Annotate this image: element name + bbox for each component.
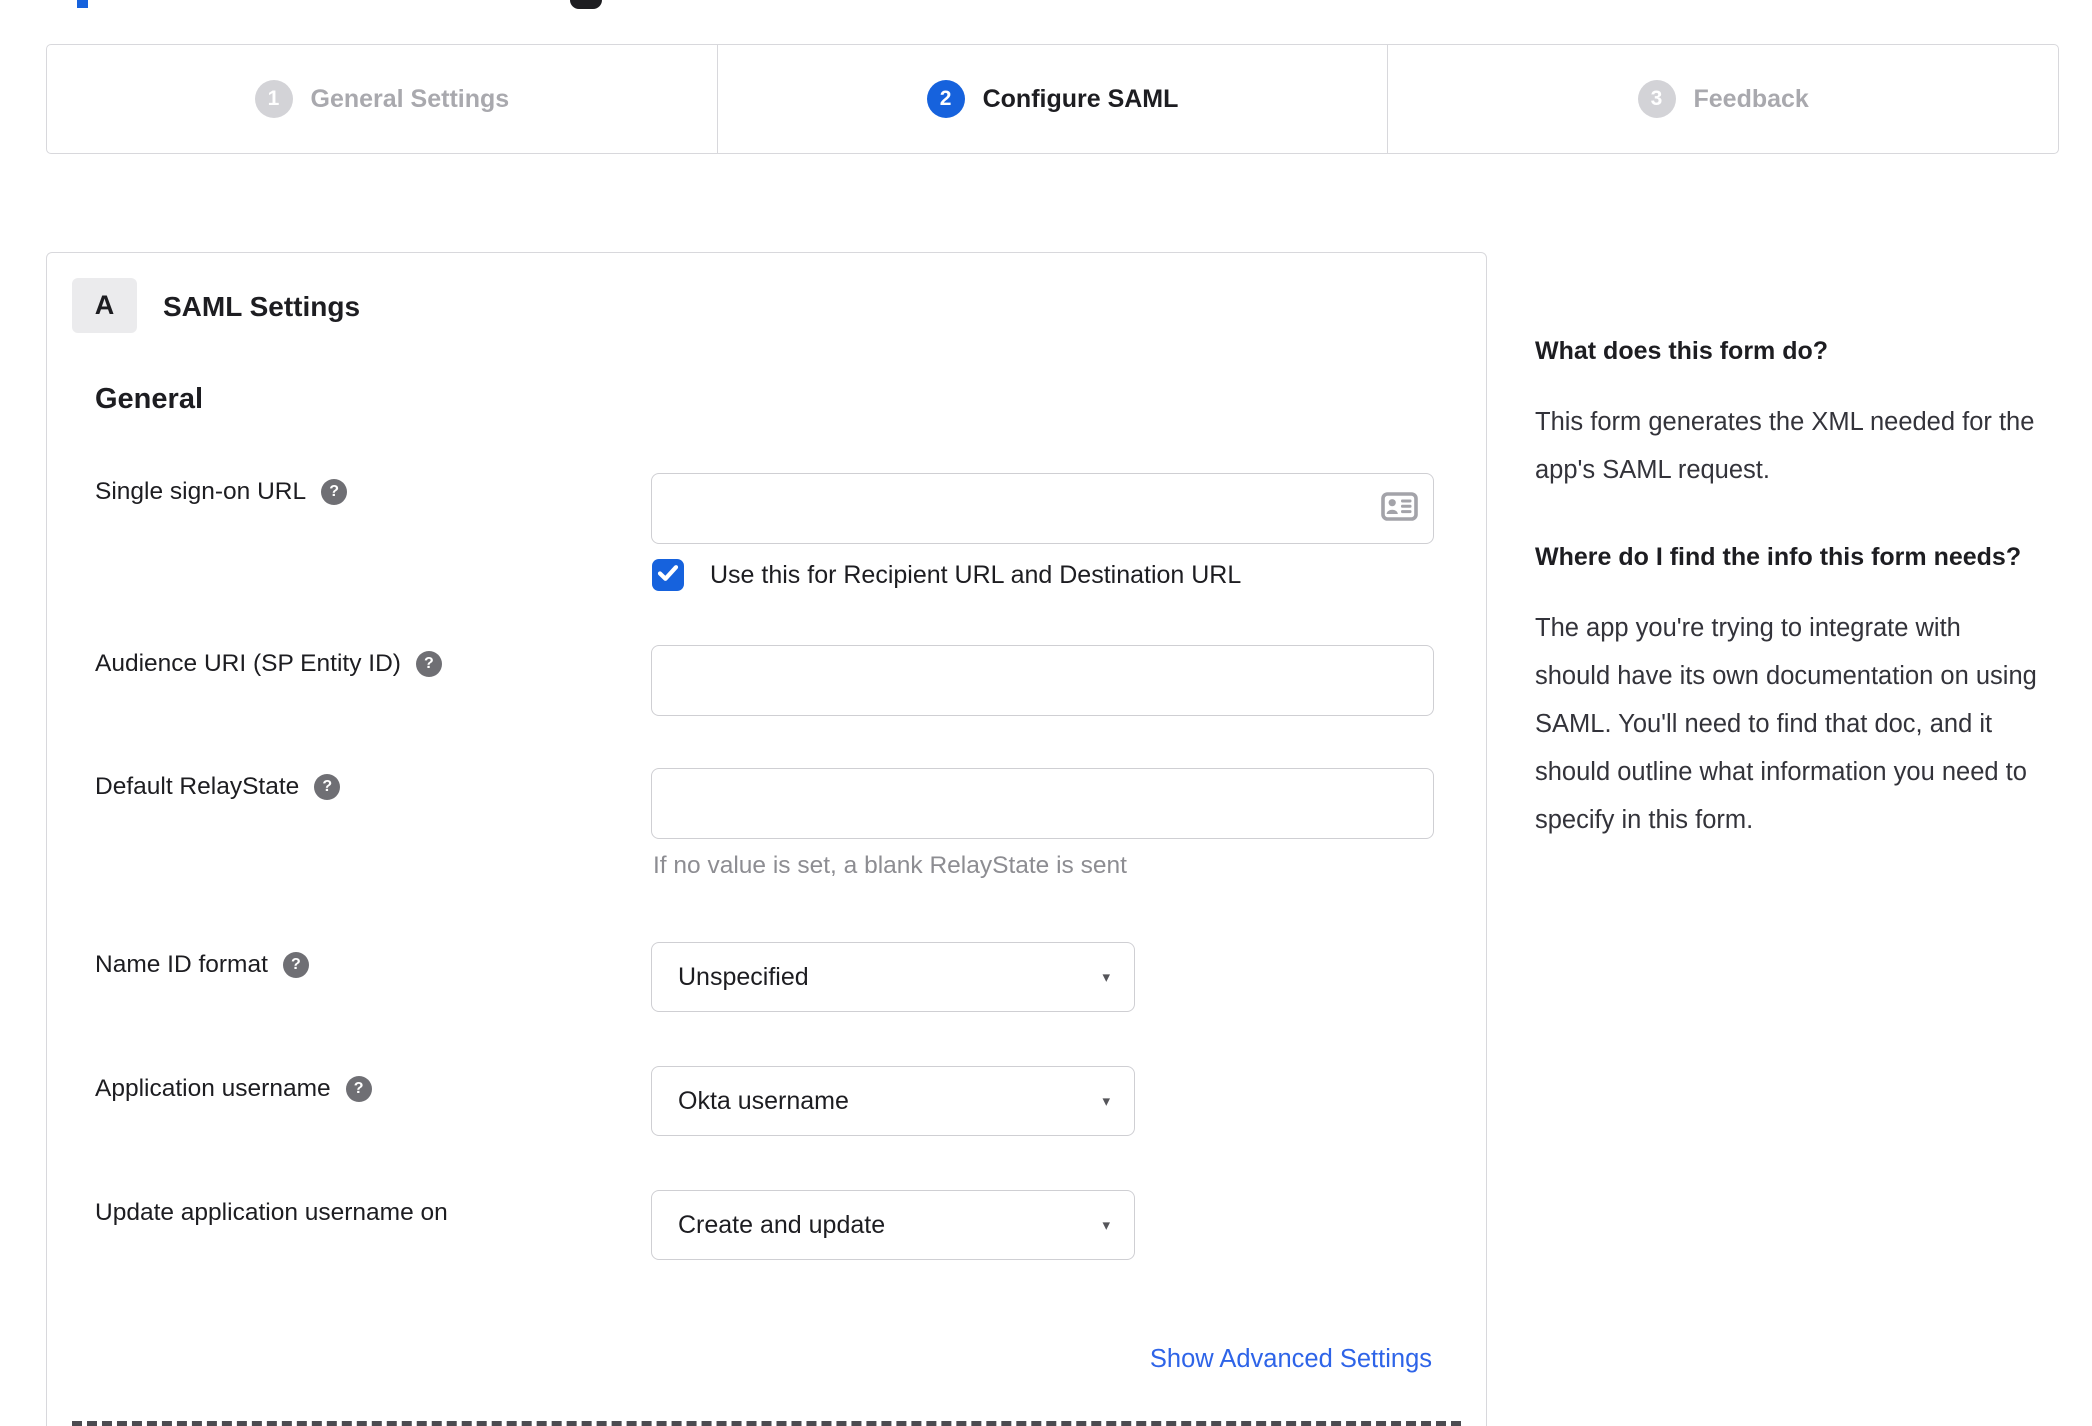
step-general-settings[interactable]: 1 General Settings — [47, 45, 718, 153]
help-sidebar: What does this form do? This form genera… — [1535, 332, 2043, 888]
help-icon[interactable]: ? — [282, 952, 309, 978]
help-icon[interactable]: ? — [314, 774, 341, 800]
header-button-fragment — [570, 0, 602, 9]
label-text: Update application username on — [95, 1199, 448, 1226]
selected-value: Unspecified — [678, 962, 809, 991]
update-username-select[interactable]: Create and update ▾ — [651, 1190, 1135, 1260]
panel-title: SAML Settings — [163, 291, 361, 322]
recipient-url-checkbox-row: Use this for Recipient URL and Destinati… — [652, 559, 1241, 591]
label-text: Application username — [95, 1075, 331, 1102]
update-username-label: Update application username on — [95, 1199, 448, 1227]
step-number-badge: 1 — [254, 80, 293, 118]
application-username-label: Application username ? — [95, 1075, 372, 1103]
step-feedback[interactable]: 3 Feedback — [1388, 45, 2058, 153]
relaystate-input[interactable] — [651, 768, 1434, 839]
relaystate-hint: If no value is set, a blank RelayState i… — [653, 852, 1127, 879]
help-icon[interactable]: ? — [415, 651, 442, 677]
section-a-badge: A — [72, 278, 137, 333]
help-icon[interactable]: ? — [345, 1076, 372, 1102]
relaystate-field-wrap — [651, 768, 1434, 839]
step-label: General Settings — [310, 84, 510, 113]
step-label: Feedback — [1693, 84, 1809, 113]
selected-value: Create and update — [678, 1210, 886, 1239]
audience-uri-input[interactable] — [651, 645, 1434, 716]
checkmark-icon — [657, 564, 679, 587]
application-username-select[interactable]: Okta username ▾ — [651, 1066, 1135, 1136]
audience-uri-field-wrap — [651, 645, 1434, 716]
recipient-url-checkbox[interactable] — [652, 559, 684, 591]
audience-uri-label: Audience URI (SP Entity ID) ? — [95, 650, 442, 678]
label-text: Default RelayState — [95, 773, 300, 800]
logo-fragment — [77, 0, 88, 8]
help-icon[interactable]: ? — [321, 479, 348, 505]
recipient-url-checkbox-label: Use this for Recipient URL and Destinati… — [710, 560, 1242, 589]
sso-url-label: Single sign-on URL ? — [95, 478, 348, 506]
sso-url-field-wrap — [651, 473, 1434, 544]
label-text: Audience URI (SP Entity ID) — [95, 650, 401, 677]
wizard-stepper: 1 General Settings 2 Configure SAML 3 Fe… — [46, 44, 2059, 154]
chevron-down-icon: ▾ — [1102, 969, 1110, 986]
help-question-2: Where do I find the info this form needs… — [1535, 543, 2022, 571]
saml-settings-panel: A SAML Settings General Single sign-on U… — [46, 252, 1487, 1426]
help-question-1: What does this form do? — [1535, 337, 1829, 365]
chevron-down-icon: ▾ — [1102, 1093, 1110, 1110]
step-label: Configure SAML — [982, 84, 1179, 113]
label-text: Name ID format — [95, 951, 268, 978]
step-configure-saml[interactable]: 2 Configure SAML — [718, 45, 1389, 153]
chevron-down-icon: ▾ — [1102, 1217, 1110, 1234]
address-card-icon[interactable] — [1381, 491, 1418, 526]
general-section-title: General — [95, 383, 203, 415]
name-id-format-select[interactable]: Unspecified ▾ — [651, 942, 1135, 1012]
name-id-format-label: Name ID format ? — [95, 951, 309, 979]
show-advanced-settings-link[interactable]: Show Advanced Settings — [1150, 1345, 1432, 1374]
advanced-settings-dashed-divider — [72, 1421, 1461, 1426]
selected-value: Okta username — [678, 1086, 849, 1115]
help-answer-1: This form generates the XML needed for t… — [1535, 408, 2035, 484]
relaystate-label: Default RelayState ? — [95, 773, 341, 801]
label-text: Single sign-on URL — [95, 478, 307, 505]
help-answer-2: The app you're trying to integrate with … — [1535, 614, 2037, 834]
sso-url-input[interactable] — [651, 473, 1434, 544]
step-number-badge: 3 — [1637, 80, 1676, 118]
step-number-badge: 2 — [926, 80, 965, 118]
